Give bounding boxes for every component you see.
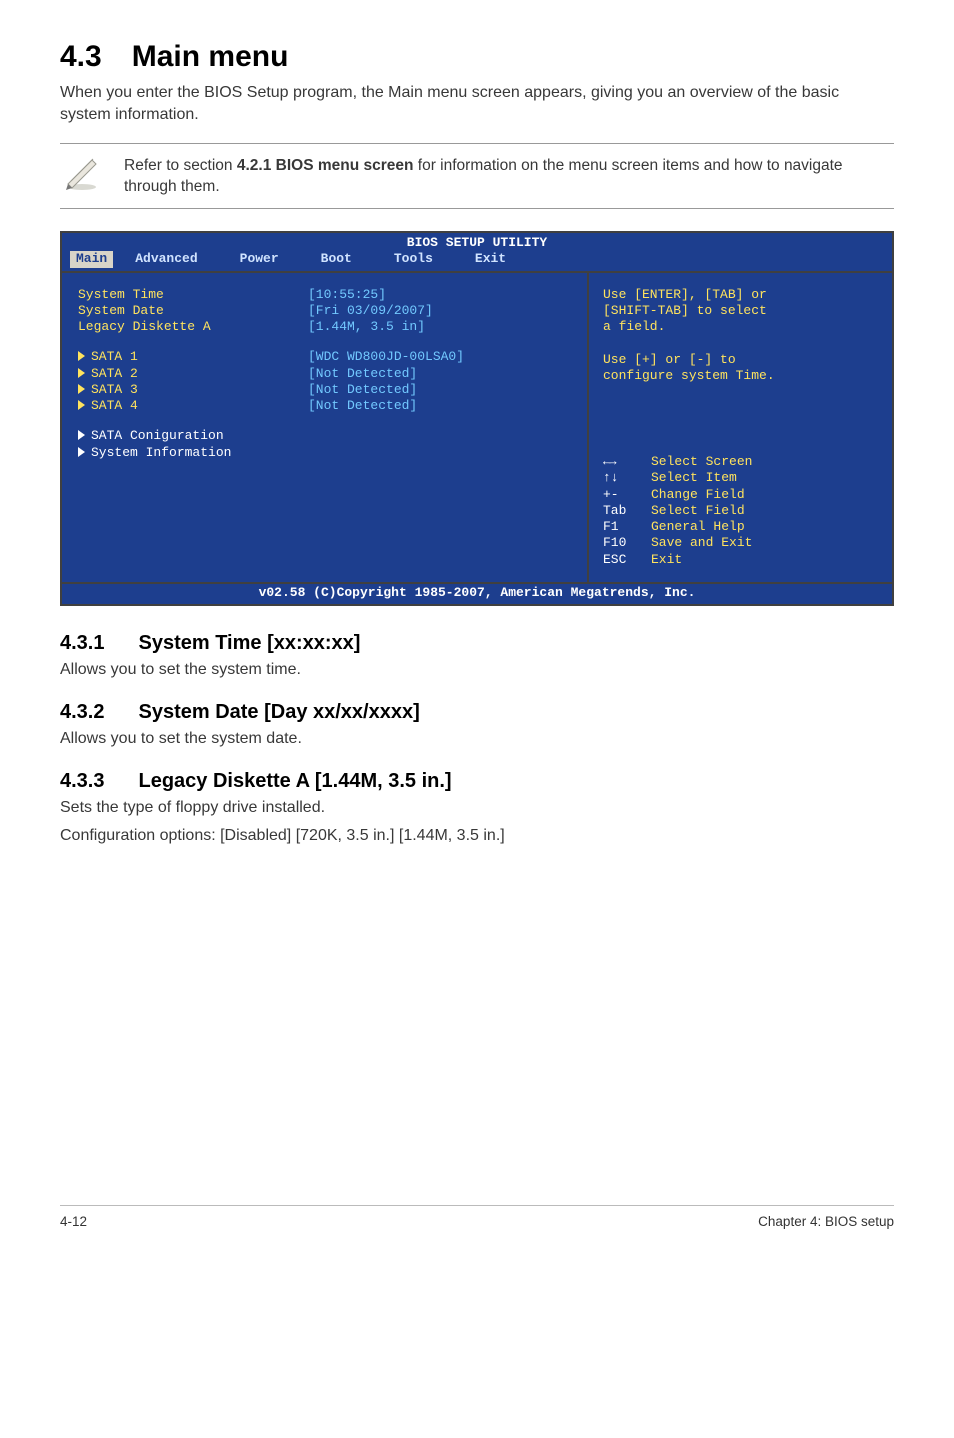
bios-menu-item: Advanced bbox=[135, 251, 217, 267]
subsection-text: Sets the type of floppy drive installed. bbox=[60, 799, 894, 817]
bios-row: SATA 4[Not Detected] bbox=[78, 398, 571, 414]
bios-row: System Date[Fri 03/09/2007] bbox=[78, 303, 571, 319]
subsection-text: Configuration options: [Disabled] [720K,… bbox=[60, 827, 894, 845]
note-text-bold: 4.2.1 BIOS menu screen bbox=[237, 157, 414, 174]
bios-help-label: Change Field bbox=[651, 487, 745, 502]
note-text-a: Refer to section bbox=[124, 157, 237, 174]
page-number: 4-12 bbox=[60, 1214, 87, 1229]
bios-hint-line: [SHIFT-TAB] to select bbox=[603, 303, 878, 319]
bios-help-label: General Help bbox=[651, 519, 745, 534]
triangle-right-icon bbox=[78, 430, 85, 440]
subsection-number: 4.3.3 bbox=[60, 770, 104, 793]
bios-help-row: ←→Select Screen bbox=[603, 454, 878, 470]
bios-row: System Time[10:55:25] bbox=[78, 287, 571, 303]
subsection-text: Allows you to set the system date. bbox=[60, 730, 894, 748]
bios-row: System Information bbox=[78, 445, 571, 461]
bios-footer: v02.58 (C)Copyright 1985-2007, American … bbox=[62, 582, 892, 604]
bios-help-row: TabSelect Field bbox=[603, 503, 878, 519]
bios-row: SATA 3[Not Detected] bbox=[78, 382, 571, 398]
bios-hint-line: a field. bbox=[603, 319, 878, 335]
bios-menu-item: Power bbox=[240, 251, 299, 267]
bios-hint-line: Use [ENTER], [TAB] or bbox=[603, 287, 878, 303]
bios-help-row: ↑↓Select Item bbox=[603, 470, 878, 486]
bios-help-label: Select Screen bbox=[651, 454, 752, 469]
triangle-right-icon bbox=[78, 351, 85, 361]
section-title-text: Main menu bbox=[132, 40, 289, 73]
bios-help-key-icon: ESC bbox=[603, 552, 651, 568]
triangle-right-icon bbox=[78, 368, 85, 378]
bios-screenshot: BIOS SETUP UTILITY Main Advanced Power Boot… bbox=[60, 231, 894, 606]
bios-help-key-icon: ↑↓ bbox=[603, 470, 651, 486]
bios-help-label: Exit bbox=[651, 552, 682, 567]
bios-hint-line bbox=[603, 335, 878, 351]
bios-help-row: ESCExit bbox=[603, 552, 878, 568]
pencil-note-icon bbox=[60, 154, 104, 194]
bios-row: Legacy Diskette A[1.44M, 3.5 in] bbox=[78, 319, 571, 335]
note-text: Refer to section 4.2.1 BIOS menu screen … bbox=[124, 154, 894, 198]
triangle-right-icon bbox=[78, 447, 85, 457]
note-block: Refer to section 4.2.1 BIOS menu screen … bbox=[60, 143, 894, 209]
bios-hint-line: Use [+] or [-] to bbox=[603, 352, 878, 368]
bios-menu-item: Exit bbox=[475, 251, 526, 267]
bios-help-keys: ←→Select Screen↑↓Select Item+-Change Fie… bbox=[603, 454, 878, 568]
bios-help-key-icon: +- bbox=[603, 487, 651, 503]
bios-help-key-icon: F10 bbox=[603, 535, 651, 551]
bios-help-key-icon: ←→ bbox=[603, 454, 651, 470]
bios-help-label: Select Field bbox=[651, 503, 745, 518]
bios-help-key-icon: Tab bbox=[603, 503, 651, 519]
bios-help-label: Select Item bbox=[651, 470, 737, 485]
subsection-number: 4.3.2 bbox=[60, 701, 104, 724]
bios-help-key-icon: F1 bbox=[603, 519, 651, 535]
subsection-heading: 4.3.3Legacy Diskette A [1.44M, 3.5 in.] bbox=[60, 770, 894, 793]
section-heading: 4.3 Main menu bbox=[60, 40, 894, 74]
bios-menu-bar: Main Advanced Power Boot Tools Exit bbox=[62, 251, 892, 272]
bios-help-row: +-Change Field bbox=[603, 487, 878, 503]
subsection-number: 4.3.1 bbox=[60, 632, 104, 655]
triangle-right-icon bbox=[78, 384, 85, 394]
bios-row: SATA Coniguration bbox=[78, 428, 571, 444]
bios-menu-item: Boot bbox=[321, 251, 372, 267]
bios-right-pane: Use [ENTER], [TAB] or[SHIFT-TAB] to sele… bbox=[589, 273, 892, 582]
bios-menu-item: Main bbox=[70, 251, 113, 267]
bios-help-row: F1General Help bbox=[603, 519, 878, 535]
page-chapter: Chapter 4: BIOS setup bbox=[758, 1214, 894, 1229]
bios-row: SATA 2[Not Detected] bbox=[78, 366, 571, 382]
bios-help-row: F10Save and Exit bbox=[603, 535, 878, 551]
section-number: 4.3 bbox=[60, 40, 102, 73]
subsection-heading: 4.3.2System Date [Day xx/xx/xxxx] bbox=[60, 701, 894, 724]
bios-row: SATA 1[WDC WD800JD-00LSA0] bbox=[78, 349, 571, 365]
bios-left-pane: System Time[10:55:25]System Date[Fri 03/… bbox=[62, 273, 589, 582]
bios-hint-line: configure system Time. bbox=[603, 368, 878, 384]
bios-menu-item: Tools bbox=[394, 251, 453, 267]
subsection-text: Allows you to set the system time. bbox=[60, 661, 894, 679]
section-intro: When you enter the BIOS Setup program, t… bbox=[60, 82, 894, 125]
bios-title: BIOS SETUP UTILITY bbox=[62, 233, 892, 251]
page-footer: 4-12 Chapter 4: BIOS setup bbox=[60, 1205, 894, 1229]
subsection-heading: 4.3.1System Time [xx:xx:xx] bbox=[60, 632, 894, 655]
triangle-right-icon bbox=[78, 400, 85, 410]
bios-help-label: Save and Exit bbox=[651, 535, 752, 550]
bios-help-hint: Use [ENTER], [TAB] or[SHIFT-TAB] to sele… bbox=[603, 287, 878, 385]
